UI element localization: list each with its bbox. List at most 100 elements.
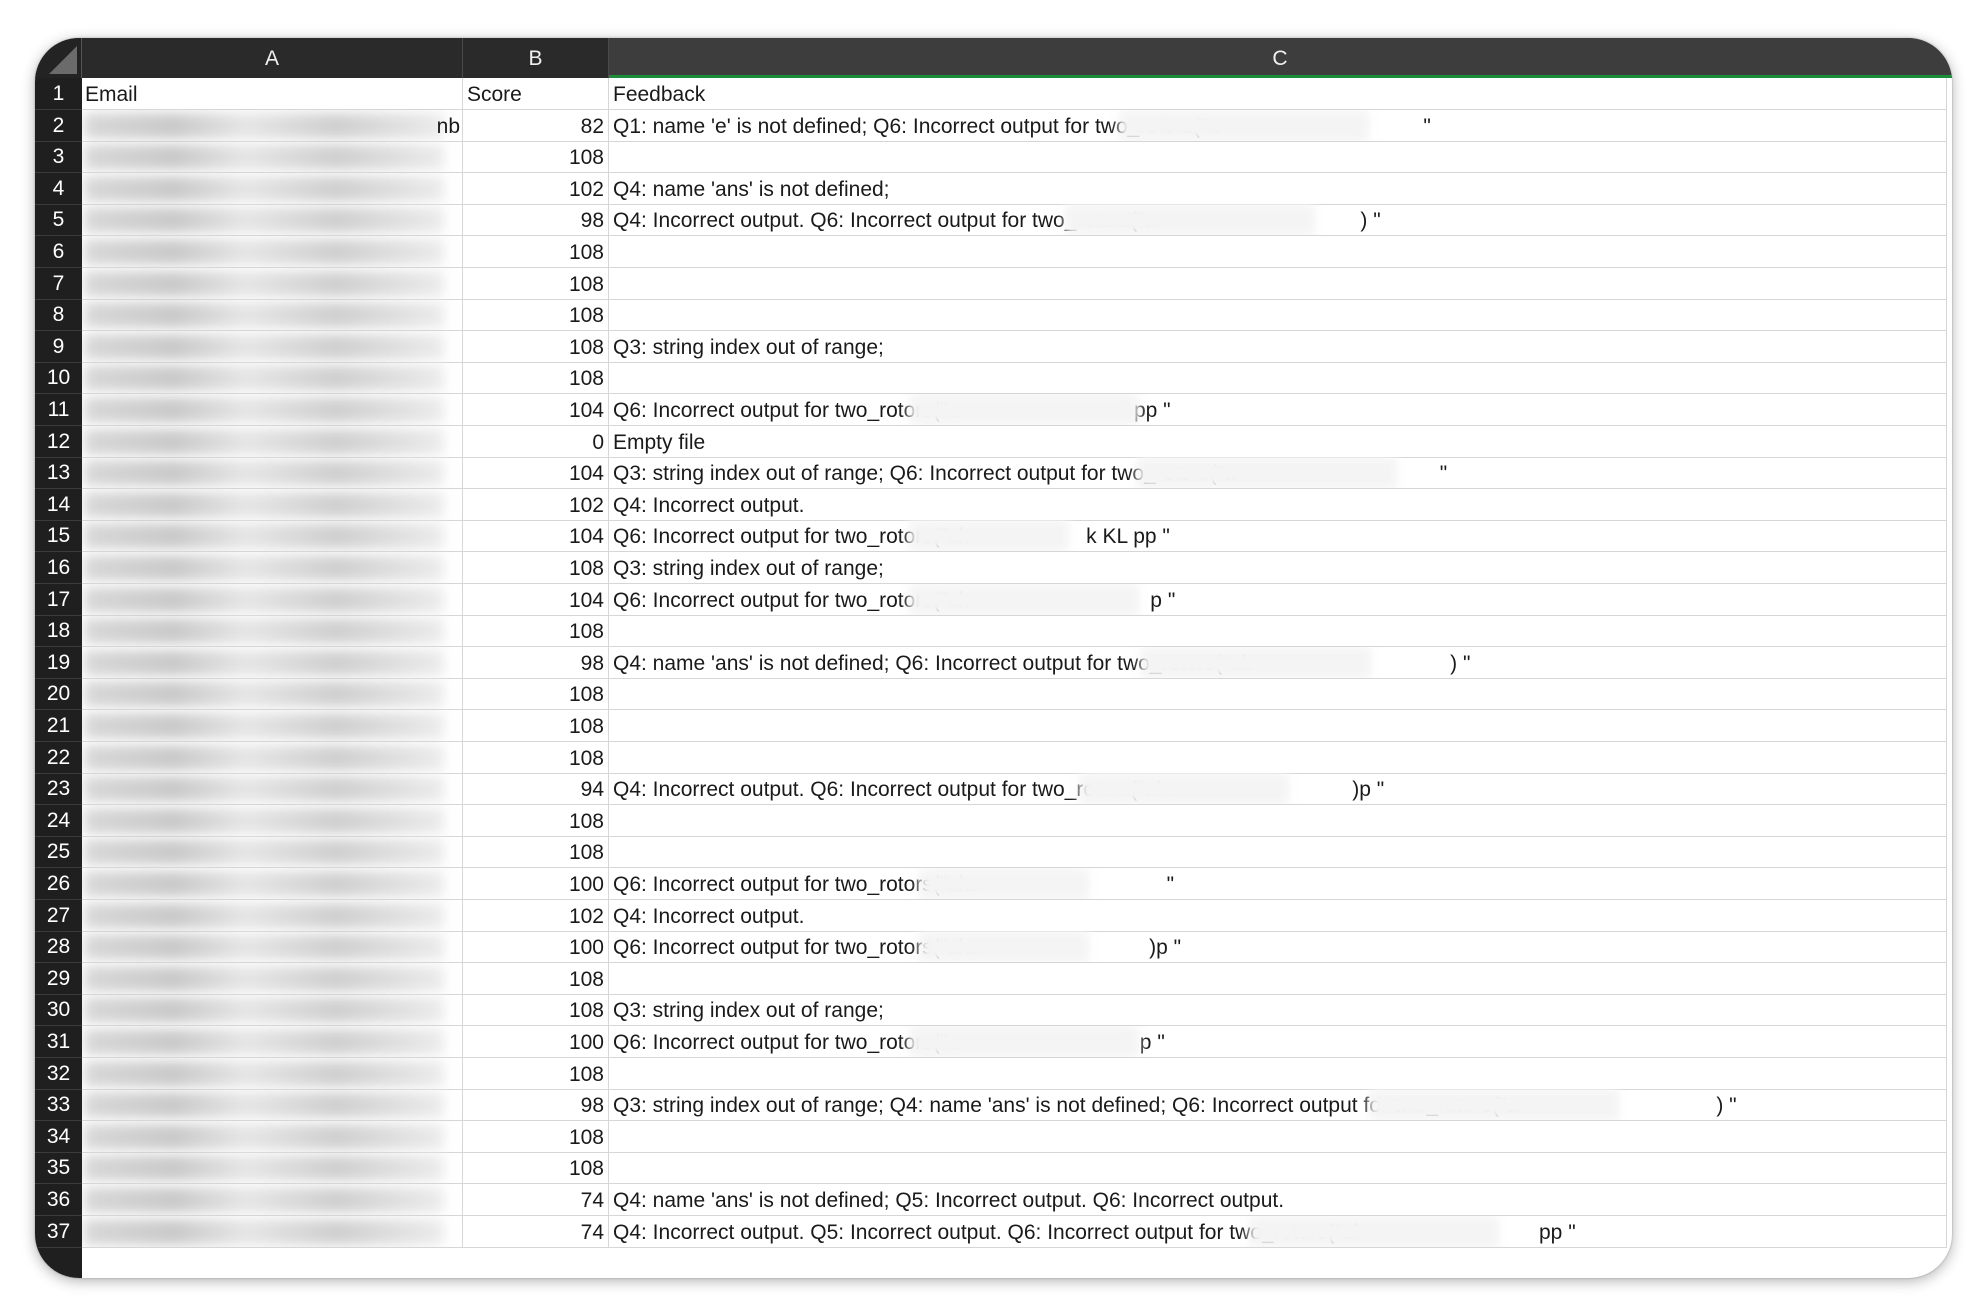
cell-email[interactable] <box>82 710 463 742</box>
row-header[interactable]: 12 <box>35 426 82 458</box>
row-header[interactable]: 22 <box>35 742 82 774</box>
cell-email[interactable] <box>82 299 463 332</box>
cell-email[interactable] <box>82 1057 463 1090</box>
cell-score[interactable]: 108 <box>463 962 609 995</box>
row-header[interactable]: 4 <box>35 173 82 205</box>
cell-email[interactable] <box>82 773 463 806</box>
cell-score[interactable]: 108 <box>463 362 609 395</box>
cell-feedback[interactable] <box>609 299 1947 332</box>
cell-feedback[interactable]: Q4: name 'ans' is not defined; <box>609 172 1947 205</box>
cell-feedback[interactable] <box>609 741 1947 774</box>
cell-score[interactable]: 108 <box>463 615 609 648</box>
row-header[interactable]: 24 <box>35 805 82 837</box>
row-header[interactable]: 20 <box>35 678 82 711</box>
cell-feedback[interactable]: Q6: Incorrect output for two_rotors("aks… <box>609 931 1947 964</box>
cell-score[interactable]: 108 <box>463 994 609 1027</box>
cell-score[interactable]: 108 <box>463 1057 609 1090</box>
cell-email[interactable] <box>82 1184 463 1216</box>
cell-score[interactable]: 108 <box>463 804 609 837</box>
cell-email[interactable] <box>82 741 463 774</box>
row-header[interactable]: 5 <box>35 204 82 237</box>
row-header[interactable]: 19 <box>35 647 82 679</box>
cell-feedback[interactable]: Q6: Incorrect output for two_rotors("ak … <box>609 520 1947 553</box>
cell-email[interactable] <box>82 172 463 205</box>
cell-feedback[interactable] <box>609 1057 1947 1090</box>
row-header[interactable]: 21 <box>35 710 82 742</box>
cell-feedback[interactable] <box>609 362 1947 395</box>
cell-score[interactable]: 74 <box>463 1184 609 1216</box>
cell-email[interactable] <box>82 615 463 648</box>
row-header[interactable]: 11 <box>35 394 82 426</box>
cell-feedback[interactable]: Q3: string index out of range; <box>609 552 1947 584</box>
cell-feedback[interactable] <box>609 267 1947 300</box>
row-header[interactable]: 2 <box>35 110 82 142</box>
cell-email[interactable] <box>82 583 463 616</box>
row-header[interactable]: 6 <box>35 236 82 268</box>
cell-score[interactable]: 98 <box>463 204 609 237</box>
row-header[interactable]: 31 <box>35 1026 82 1058</box>
cell-feedback[interactable] <box>609 141 1947 174</box>
cell-feedback[interactable]: Q4: name 'ans' is not defined; Q6: Incor… <box>609 646 1947 679</box>
row-header[interactable]: 29 <box>35 963 82 995</box>
column-header-b[interactable]: B <box>463 38 609 78</box>
cell-email[interactable] <box>82 868 463 900</box>
cell-score[interactable]: 104 <box>463 583 609 616</box>
cell-score[interactable]: 104 <box>463 394 609 426</box>
row-header[interactable]: 18 <box>35 615 82 648</box>
cell-score[interactable]: 108 <box>463 330 609 363</box>
cell-email[interactable] <box>82 931 463 964</box>
cell-feedback[interactable]: Empty file <box>609 425 1947 458</box>
row-header[interactable]: 7 <box>35 268 82 300</box>
cell-email[interactable] <box>82 1215 463 1248</box>
row-header[interactable]: 14 <box>35 489 82 521</box>
cell-email[interactable] <box>82 1026 463 1058</box>
cell-score[interactable]: 82 <box>463 109 609 142</box>
cell-email[interactable] <box>82 1089 463 1122</box>
cell-score[interactable]: 102 <box>463 172 609 205</box>
cell-score[interactable]: 108 <box>463 836 609 869</box>
cell-score[interactable]: 104 <box>463 457 609 490</box>
row-header[interactable]: 23 <box>35 773 82 806</box>
cell-score[interactable]: 108 <box>463 741 609 774</box>
row-header[interactable]: 33 <box>35 1089 82 1122</box>
cell-score[interactable]: 74 <box>463 1215 609 1248</box>
cell-feedback[interactable]: Feedback <box>609 78 1947 110</box>
cell-email[interactable] <box>82 1152 463 1185</box>
cell-feedback[interactable]: Q6: Incorrect output for two_rotors("ak … <box>609 583 1947 616</box>
row-header[interactable]: 32 <box>35 1058 82 1090</box>
cell-feedback[interactable]: Q3: string index out of range; Q6: Incor… <box>609 457 1947 490</box>
cell-email[interactable] <box>82 236 463 268</box>
cell-email[interactable] <box>82 488 463 521</box>
cell-email[interactable] <box>82 678 463 711</box>
cell-score[interactable]: 100 <box>463 931 609 964</box>
row-header[interactable]: 16 <box>35 552 82 584</box>
column-header-a[interactable]: A <box>82 38 463 78</box>
cell-email[interactable] <box>82 425 463 458</box>
cell-score[interactable]: 108 <box>463 236 609 268</box>
cell-score[interactable]: 94 <box>463 773 609 806</box>
cell-score[interactable]: 108 <box>463 1152 609 1185</box>
cell-email[interactable] <box>82 141 463 174</box>
cell-feedback[interactable] <box>609 678 1947 711</box>
cell-score[interactable]: 102 <box>463 899 609 932</box>
row-header[interactable]: 10 <box>35 362 82 395</box>
cell-feedback[interactable] <box>609 710 1947 742</box>
row-header[interactable]: 8 <box>35 299 82 332</box>
cell-score[interactable]: 108 <box>463 710 609 742</box>
cell-score[interactable]: 0 <box>463 425 609 458</box>
row-header[interactable]: 3 <box>35 141 82 174</box>
cell-feedback[interactable]: Q3: string index out of range; <box>609 994 1947 1027</box>
cell-email[interactable] <box>82 804 463 837</box>
row-header[interactable]: 1 <box>35 78 82 110</box>
row-header[interactable]: 13 <box>35 457 82 490</box>
cell-email[interactable] <box>82 1120 463 1153</box>
cell-email[interactable] <box>82 267 463 300</box>
cell-feedback[interactable] <box>609 804 1947 837</box>
cell-feedback[interactable]: Q6: Incorrect output for two_rotors("aks… <box>609 868 1947 900</box>
row-header[interactable]: 17 <box>35 584 82 616</box>
cell-feedback[interactable]: Q6: Incorrect output for two_rotors("a p… <box>609 394 1947 426</box>
row-header[interactable]: 9 <box>35 331 82 363</box>
select-all-corner[interactable] <box>35 38 82 78</box>
cell-score[interactable]: 108 <box>463 1120 609 1153</box>
cell-score[interactable]: 104 <box>463 520 609 553</box>
